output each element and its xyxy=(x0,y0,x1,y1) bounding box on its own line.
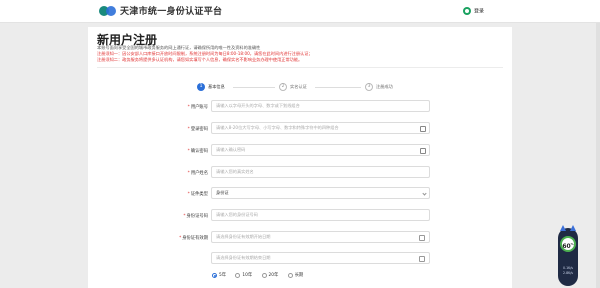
site-title[interactable]: 天津市统一身份认证平台 xyxy=(120,4,222,17)
cat-ears-icon xyxy=(560,225,576,233)
notice-intro: 本账号面向享受全国的城市政务服务的网上通行证，请确保所用的唯一性及资料的准确性 xyxy=(97,45,261,50)
login-button[interactable]: 登录 xyxy=(463,7,484,15)
step-connector xyxy=(233,87,275,88)
id-type-label: *证件类型 xyxy=(187,192,208,197)
page-scrollbar[interactable] xyxy=(596,23,600,288)
radio-long-term[interactable]: 长期 xyxy=(287,272,304,279)
keyboard-icon[interactable] xyxy=(420,126,426,132)
password-label: *登录密码 xyxy=(187,127,208,132)
user-icon xyxy=(463,7,471,15)
validity-end-input[interactable]: 请选择身份证有效期结束日期 xyxy=(211,252,430,264)
name-label: *用户姓名 xyxy=(187,171,208,176)
site-logo-icon[interactable] xyxy=(99,5,116,17)
password-placeholder: 请输入8-20位大写字母、小写字母、数字和特殊字符中的四种组合 xyxy=(216,125,339,130)
chevron-down-icon xyxy=(422,191,427,196)
confirm-password-label: *确认密码 xyxy=(187,149,208,154)
upload-speed: 0.1K/s xyxy=(563,266,573,270)
radio-label: 5年 xyxy=(219,273,227,278)
radio-dot xyxy=(235,272,241,278)
id-type-select[interactable]: 身份证 xyxy=(211,187,430,199)
step-number: 1 xyxy=(197,83,205,91)
confirm-password-input[interactable]: 请输入确认密码 xyxy=(211,144,430,156)
calendar-icon[interactable] xyxy=(419,235,425,241)
top-bar: 天津市统一身份认证平台 登录 xyxy=(0,0,600,23)
step-label: 基本信息 xyxy=(208,84,225,89)
usage-percent: 60% xyxy=(560,236,576,252)
notice-one: 注册须知一：因公安部人口库接口开放时间限制，系统注册时间为每日8:00-18:0… xyxy=(97,51,313,56)
id-type-value: 身份证 xyxy=(216,190,229,195)
validity-start-input[interactable]: 请选择身份证有效期开始日期 xyxy=(211,231,430,243)
notice-two: 注册须知二：政务服务将提供多认证机构，请您如实填写个人信息，确保实名不影响业务办… xyxy=(97,57,303,62)
radio-label: 10年 xyxy=(242,273,253,278)
name-input[interactable]: 请输入您的真实姓名 xyxy=(211,166,430,178)
network-speed-widget[interactable]: 60% 0.1K/s 2.8K/s xyxy=(558,225,578,286)
validity-label: *身份证有效期 xyxy=(179,236,208,241)
radio-10-years[interactable]: 10年 xyxy=(235,272,252,279)
id-number-label: *身份证号码 xyxy=(183,214,208,219)
step-number: 3 xyxy=(365,83,373,91)
username-label: *用户账号 xyxy=(187,105,208,110)
radio-20-years[interactable]: 20年 xyxy=(261,272,279,279)
validity-end-placeholder: 请选择身份证有效期结束日期 xyxy=(216,255,271,260)
id-number-input[interactable]: 请输入您的身份证号码 xyxy=(211,209,430,221)
login-label: 登录 xyxy=(474,8,485,15)
radio-dot xyxy=(287,272,293,278)
radio-dot xyxy=(212,272,217,278)
keyboard-icon[interactable] xyxy=(420,148,426,154)
validity-start-placeholder: 请选择身份证有效期开始日期 xyxy=(216,234,271,239)
download-speed: 2.8K/s xyxy=(563,271,573,275)
confirm-password-placeholder: 请输入确认密码 xyxy=(216,147,246,152)
radio-5-years[interactable]: 5年 xyxy=(212,272,226,279)
radio-label: 20年 xyxy=(268,273,279,278)
validity-options: 5年 10年 20年 长期 xyxy=(212,272,311,279)
password-input[interactable]: 请输入8-20位大写字母、小写字母、数字和特殊字符中的四种组合 xyxy=(211,122,430,134)
radio-dot xyxy=(261,272,267,278)
step-label: 注册成功 xyxy=(376,84,393,89)
divider xyxy=(97,67,503,68)
username-input[interactable]: 请输入以字母开头的字母、数字或下划线组合 xyxy=(211,100,430,112)
step-connector xyxy=(315,87,361,88)
step-label: 实名认证 xyxy=(290,84,307,89)
radio-label: 长期 xyxy=(294,273,304,278)
step-number: 2 xyxy=(279,83,287,91)
calendar-icon[interactable] xyxy=(419,256,425,262)
